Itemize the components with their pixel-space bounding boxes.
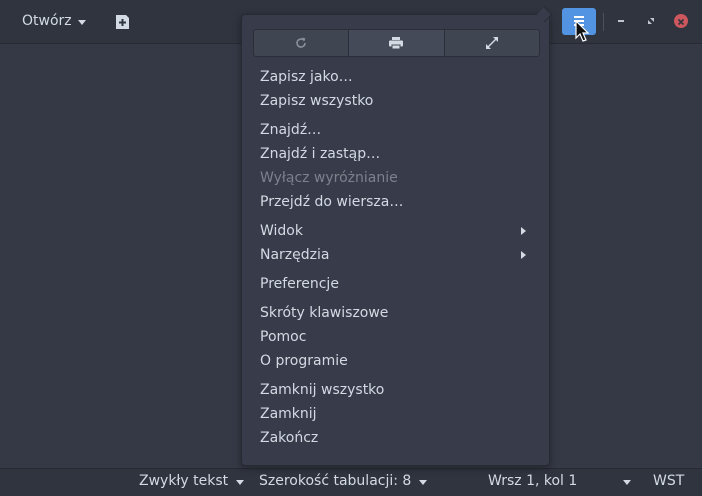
menu-item-view[interactable]: Widok <box>260 221 530 241</box>
menu-item-go-to-line[interactable]: Przejdź do wiersza… <box>260 192 530 212</box>
menu-item-close[interactable]: Zamknij <box>260 404 530 424</box>
chevron-down-icon <box>623 479 632 485</box>
menu-item-help[interactable]: Pomoc <box>260 327 530 347</box>
menu-item-tools[interactable]: Narzędzia <box>260 245 530 265</box>
menu-item-close-all[interactable]: Zamknij wszystko <box>260 380 530 400</box>
hamburger-menu-icon <box>574 16 584 26</box>
menu-item-about[interactable]: O programie <box>260 351 530 371</box>
language-label: Zwykły tekst <box>139 473 229 489</box>
menu-toolbar <box>253 29 540 57</box>
fullscreen-button[interactable] <box>445 30 539 56</box>
tab-width-selector[interactable]: Szerokość tabulacji: 8 <box>259 473 428 489</box>
new-document-button[interactable] <box>112 11 134 33</box>
new-document-icon <box>116 15 129 29</box>
reload-icon <box>296 37 306 48</box>
chevron-right-icon <box>521 227 526 235</box>
open-button-label: Otwórz <box>22 13 72 29</box>
chevron-down-icon <box>77 19 86 25</box>
menu-item-keyboard-shortcuts[interactable]: Skróty klawiszowe <box>260 303 530 323</box>
fullscreen-icon <box>485 37 498 49</box>
tab-width-label: Szerokość tabulacji: 8 <box>259 473 412 489</box>
maximize-icon <box>648 18 654 24</box>
header-separator <box>603 13 604 31</box>
language-selector[interactable]: Zwykły tekst <box>139 473 245 489</box>
main-menu-button[interactable] <box>562 8 596 35</box>
minimize-button[interactable] <box>612 12 630 30</box>
menu-item-preferences[interactable]: Preferencje <box>260 274 530 294</box>
open-button[interactable]: Otwórz <box>12 8 96 34</box>
menu-item-find-replace[interactable]: Znajdź i zastąp… <box>260 144 530 164</box>
menu-item-quit[interactable]: Zakończ <box>260 428 530 448</box>
insert-mode-label: WST <box>653 473 685 489</box>
menu-item-save-as[interactable]: Zapisz jako… <box>260 67 530 87</box>
menu-item-clear-highlight: Wyłącz wyróżnianie <box>260 170 398 186</box>
maximize-button[interactable] <box>642 12 660 30</box>
minimize-icon <box>618 20 624 22</box>
status-bar: Zwykły tekst Szerokość tabulacji: 8 Wrsz… <box>0 468 702 496</box>
chevron-right-icon <box>521 251 526 259</box>
print-button[interactable] <box>348 30 445 56</box>
print-icon <box>389 37 404 50</box>
reload-button[interactable] <box>254 30 348 56</box>
insert-mode-indicator[interactable]: WST <box>653 473 684 489</box>
main-menu-popover: Zapisz jako… Zapisz wszystko Znajdź… Zna… <box>241 14 550 466</box>
cursor-position-selector[interactable]: Wrsz 1, kol 1 <box>488 473 632 489</box>
close-button[interactable] <box>672 12 690 30</box>
menu-item-save-all[interactable]: Zapisz wszystko <box>260 91 530 111</box>
chevron-down-icon <box>419 479 428 485</box>
close-icon <box>674 14 688 28</box>
cursor-position-label: Wrsz 1, kol 1 <box>488 473 578 489</box>
menu-item-find[interactable]: Znajdź… <box>260 120 530 140</box>
chevron-down-icon <box>236 479 245 485</box>
